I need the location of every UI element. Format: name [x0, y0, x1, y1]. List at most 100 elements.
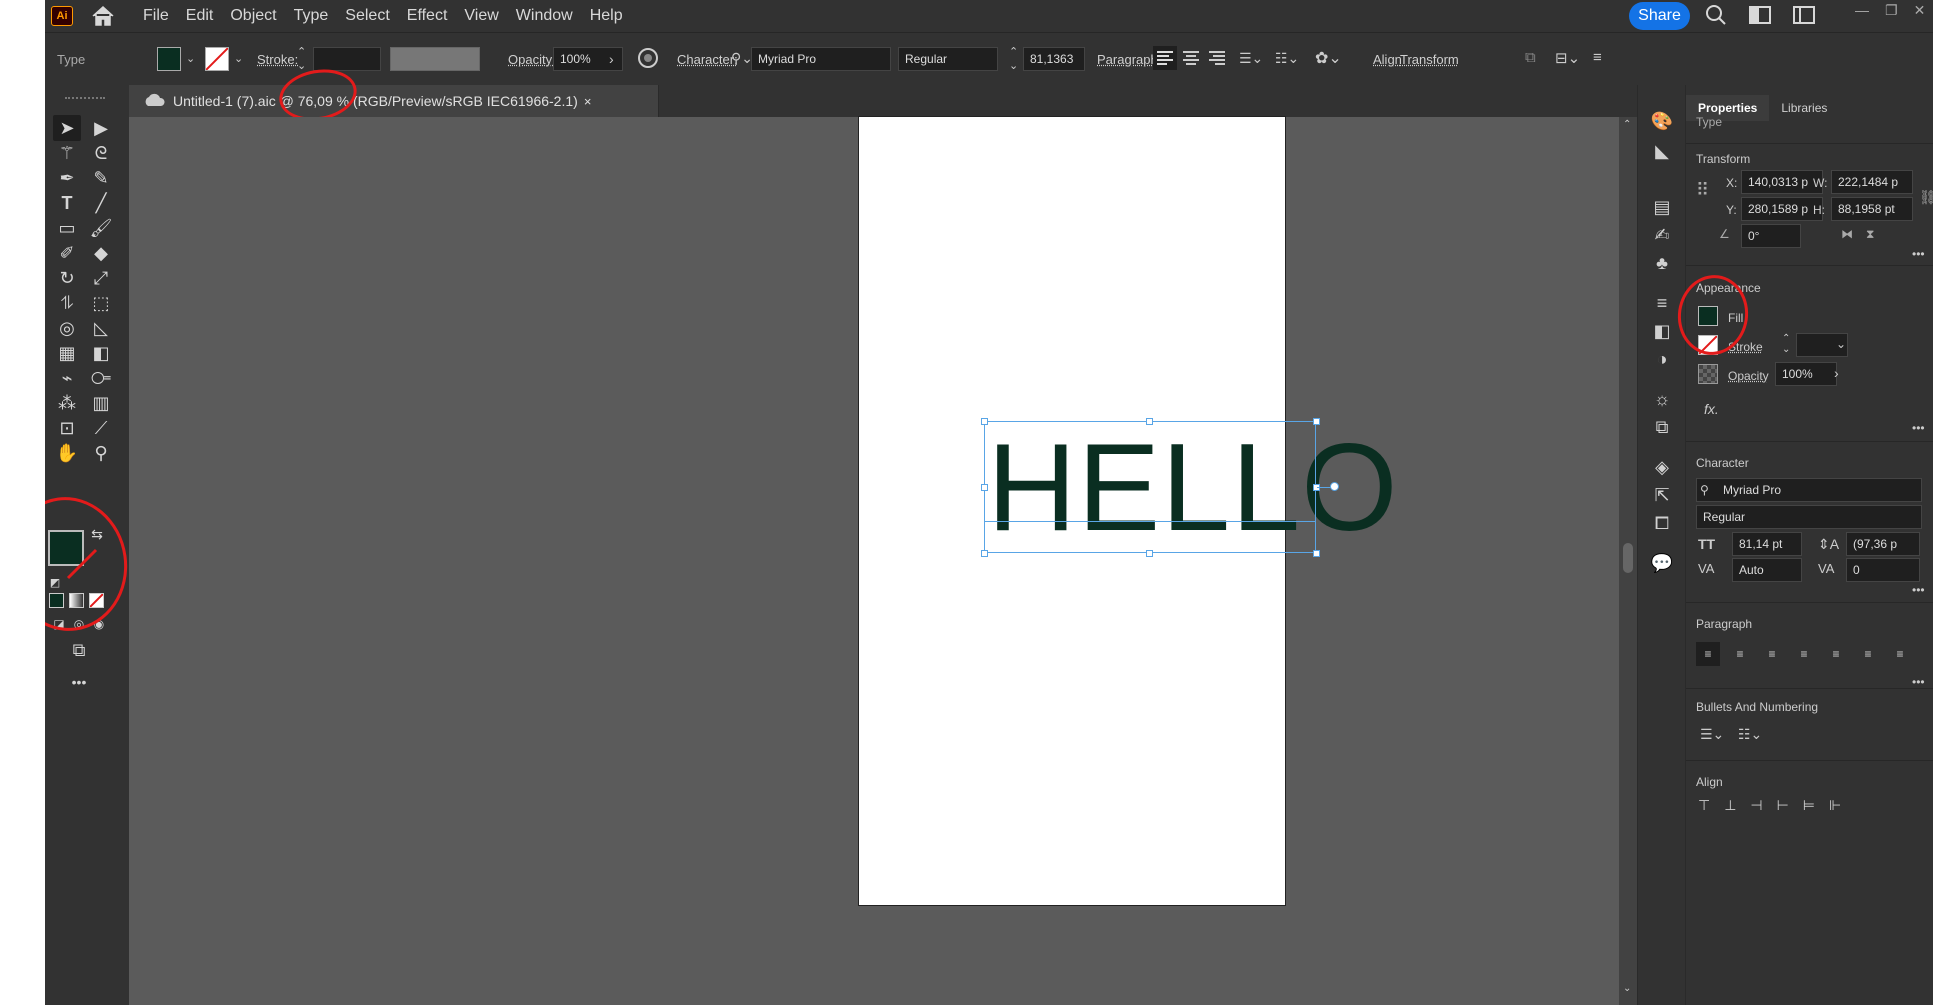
paragraph-label[interactable]: Paragraph:	[1097, 52, 1161, 67]
menu-effect[interactable]: Effect	[407, 7, 448, 25]
stroke-stepper-icon[interactable]: ⌃ ⌄	[1782, 333, 1790, 355]
stroke-swatch[interactable]	[205, 47, 229, 71]
rotate-angle-field[interactable]: 0°	[1741, 224, 1801, 248]
direct-selection-tool-icon[interactable]: ▶	[87, 115, 115, 141]
column-graph-tool-icon[interactable]: ▥	[87, 390, 115, 416]
gradient-tool-icon[interactable]: ◧	[87, 340, 115, 366]
more-options-icon[interactable]: •••	[1912, 247, 1925, 261]
justify-right-icon[interactable]: ≡	[1856, 642, 1880, 666]
font-size-stepper-icon[interactable]: ⌃ ⌄	[1009, 45, 1018, 73]
effects-icon[interactable]: fx.	[1704, 401, 1719, 417]
type-tool-icon[interactable]: T	[53, 190, 81, 216]
kerning-field[interactable]: Auto	[1732, 558, 1802, 582]
menu-edit[interactable]: Edit	[186, 7, 214, 25]
resize-handle[interactable]	[1146, 550, 1153, 557]
vertical-scrollbar[interactable]: ⌃ ⌄	[1619, 117, 1637, 1005]
font-family-field[interactable]: Myriad Pro	[751, 47, 891, 71]
variable-width-profile[interactable]	[390, 47, 480, 71]
shape-builder-tool-icon[interactable]: ◎	[53, 315, 81, 341]
isolate-icon[interactable]: ⧉	[1525, 49, 1536, 66]
arrange-documents-icon[interactable]	[1749, 6, 1771, 29]
scale-tool-icon[interactable]: ⤢	[87, 265, 115, 291]
font-size-field[interactable]: 81,1363	[1023, 47, 1085, 71]
resize-handle[interactable]	[981, 418, 988, 425]
color-guide-icon[interactable]: ◣	[1650, 139, 1674, 163]
resize-handle[interactable]	[1313, 418, 1320, 425]
text-out-port[interactable]	[1330, 482, 1339, 491]
font-style-field[interactable]: Regular	[898, 47, 998, 71]
search-icon[interactable]	[1705, 4, 1727, 31]
y-position-field[interactable]: 280,1589 p	[1741, 197, 1823, 221]
blend-tool-icon[interactable]: ⧃	[87, 365, 115, 391]
artboards-icon[interactable]: ⧠	[1650, 511, 1674, 535]
scroll-thumb[interactable]	[1623, 543, 1633, 573]
menu-select[interactable]: Select	[345, 7, 389, 25]
mesh-tool-icon[interactable]: ▦	[53, 340, 81, 366]
share-button[interactable]: Share	[1629, 2, 1690, 30]
panel-menu-icon[interactable]: ≡	[1593, 49, 1602, 66]
justify-all-icon[interactable]: ≡	[1888, 642, 1912, 666]
close-tab-icon[interactable]: ×	[584, 94, 592, 109]
stroke-panel-icon[interactable]: ≡	[1650, 291, 1674, 315]
color-panel-icon[interactable]: 🎨	[1650, 109, 1674, 133]
rotate-tool-icon[interactable]: ↻	[53, 265, 81, 291]
resize-handle[interactable]	[981, 550, 988, 557]
bullets-icon[interactable]: ☰⌄	[1700, 726, 1724, 743]
leading-field[interactable]: (97,36 p	[1846, 532, 1920, 556]
opacity-field[interactable]: 100%	[1775, 362, 1837, 386]
menu-type[interactable]: Type	[294, 7, 329, 25]
document-tab[interactable]: Untitled-1 (7).aic @ 76,09 % (RGB/Previe…	[129, 85, 659, 117]
workspace-switcher-icon[interactable]	[1793, 6, 1815, 29]
resize-handle[interactable]	[1146, 418, 1153, 425]
brushes-icon[interactable]: ✍	[1650, 223, 1674, 247]
comments-icon[interactable]: 💬	[1650, 551, 1674, 575]
font-search-icon[interactable]: ⚲⌄	[731, 50, 753, 67]
bullets-icon[interactable]: ☰⌄	[1239, 50, 1263, 67]
magic-wand-tool-icon[interactable]: ⚚	[53, 140, 81, 166]
restore-icon[interactable]: ❐	[1885, 2, 1898, 19]
edit-toolbar-icon[interactable]: •••	[65, 669, 93, 695]
shaper-tool-icon[interactable]: ✐	[53, 240, 81, 266]
swatches-icon[interactable]: ▤	[1650, 195, 1674, 219]
curvature-tool-icon[interactable]: ✎	[87, 165, 115, 191]
artboard-tool-icon[interactable]: ⊡	[53, 415, 81, 441]
more-options-icon[interactable]: •••	[1912, 421, 1925, 435]
character-label[interactable]: Character:	[677, 52, 738, 67]
transparency-icon[interactable]: ◑	[1650, 347, 1674, 371]
screen-mode-icon[interactable]: ⧉	[65, 637, 93, 663]
numbering-icon[interactable]: ☷⌄	[1275, 50, 1299, 67]
menu-view[interactable]: View	[464, 7, 498, 25]
hand-tool-icon[interactable]: ✋	[53, 440, 81, 466]
more-options-icon[interactable]: •••	[1912, 583, 1925, 597]
font-family-field[interactable]: Myriad Pro	[1696, 478, 1922, 502]
align-left-icon[interactable]	[1153, 46, 1177, 70]
menu-file[interactable]: File	[143, 7, 169, 25]
gradient-panel-icon[interactable]: ◧	[1650, 319, 1674, 343]
tracking-field[interactable]: 0	[1846, 558, 1920, 582]
lasso-tool-icon[interactable]: ᘓ	[87, 140, 115, 166]
home-icon[interactable]	[91, 5, 115, 27]
symbol-sprayer-tool-icon[interactable]: ⁂	[53, 390, 81, 416]
slice-tool-icon[interactable]: ⟋	[87, 415, 115, 441]
chevron-down-icon[interactable]: ⌄	[186, 52, 195, 65]
global-edit-icon[interactable]: ✿⌄	[1315, 48, 1342, 68]
zoom-tool-icon[interactable]: ⚲	[87, 440, 115, 466]
chevron-down-icon[interactable]: ⌄	[234, 52, 243, 65]
stroke-label[interactable]: Stroke:	[257, 52, 298, 67]
arrange-icon[interactable]: ⊟⌄	[1555, 49, 1580, 67]
chevron-down-icon[interactable]: ⌄	[1836, 337, 1846, 351]
height-field[interactable]: 88,1958 pt	[1831, 197, 1913, 221]
resize-handle[interactable]	[981, 484, 988, 491]
flip-vertical-icon[interactable]: ⧗	[1866, 227, 1874, 242]
recolor-artwork-icon[interactable]	[637, 47, 659, 72]
justify-center-icon[interactable]: ≡	[1824, 642, 1848, 666]
constrain-proportions-icon[interactable]: ⛓	[1919, 189, 1933, 206]
justify-left-icon[interactable]: ≡	[1792, 642, 1816, 666]
symbols-icon[interactable]: ♣	[1650, 251, 1674, 275]
align-center-icon[interactable]: ≡	[1728, 642, 1752, 666]
pen-tool-icon[interactable]: ✒	[53, 165, 81, 191]
menu-window[interactable]: Window	[516, 7, 573, 25]
chevron-right-icon[interactable]: ›	[1834, 365, 1839, 381]
stroke-stepper-icon[interactable]: ⌃ ⌄	[297, 45, 306, 73]
menu-help[interactable]: Help	[590, 7, 623, 25]
